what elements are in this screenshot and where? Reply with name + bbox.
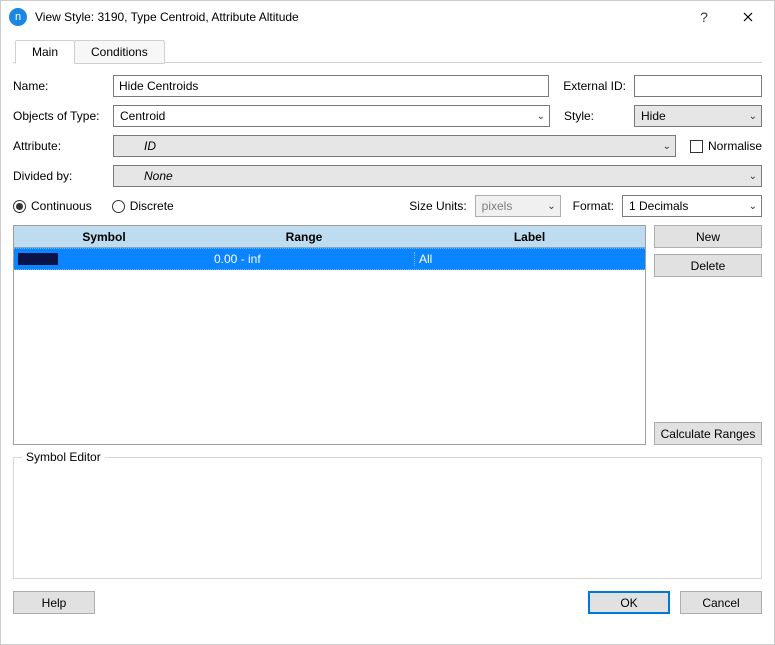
- radio-dot-icon: [112, 200, 125, 213]
- row-label: All: [414, 252, 645, 266]
- chevron-down-icon: ⌄: [663, 141, 671, 152]
- window-title: View Style: 3190, Type Centroid, Attribu…: [35, 10, 682, 24]
- title-help-button[interactable]: ?: [682, 2, 726, 32]
- format-select[interactable]: 1 Decimals ⌄: [622, 195, 762, 217]
- help-button[interactable]: Help: [13, 591, 95, 614]
- divided-by-label: Divided by:: [13, 169, 105, 183]
- normalise-checkbox[interactable]: Normalise: [690, 139, 762, 153]
- calculate-ranges-button[interactable]: Calculate Ranges: [654, 422, 762, 445]
- external-id-field[interactable]: [634, 75, 762, 97]
- objects-of-type-select[interactable]: Centroid ⌄: [113, 105, 550, 127]
- discrete-label: Discrete: [130, 199, 174, 213]
- style-select[interactable]: Hide ⌄: [634, 105, 762, 127]
- discrete-radio[interactable]: Discrete: [112, 199, 174, 213]
- chevron-down-icon: ⌄: [537, 111, 545, 122]
- divided-by-select[interactable]: None ⌄: [113, 165, 762, 187]
- titlebar: n View Style: 3190, Type Centroid, Attri…: [1, 1, 774, 33]
- checkbox-box-icon: [690, 140, 703, 153]
- ok-button[interactable]: OK: [588, 591, 670, 614]
- format-value: 1 Decimals: [629, 199, 745, 213]
- attribute-label: Attribute:: [13, 139, 105, 153]
- size-units-label: Size Units:: [409, 199, 466, 213]
- tab-main[interactable]: Main: [15, 40, 75, 64]
- table-row[interactable]: 0.00 - inf All: [14, 248, 645, 270]
- col-symbol: Symbol: [14, 230, 194, 244]
- name-field[interactable]: [113, 75, 549, 97]
- divided-by-value: None: [120, 169, 745, 183]
- name-label: Name:: [13, 79, 105, 93]
- col-label: Label: [414, 230, 645, 244]
- style-label: Style:: [564, 109, 626, 123]
- col-range: Range: [194, 230, 414, 244]
- symbol-editor-group: Symbol Editor: [13, 457, 762, 579]
- tab-conditions[interactable]: Conditions: [74, 40, 165, 64]
- ranges-table[interactable]: Symbol Range Label 0.00 - inf All: [13, 225, 646, 445]
- chevron-down-icon: ⌄: [547, 201, 555, 212]
- continuous-label: Continuous: [31, 199, 92, 213]
- chevron-down-icon: ⌄: [749, 171, 757, 182]
- normalise-label: Normalise: [708, 139, 762, 153]
- attribute-select[interactable]: ID ⌄: [113, 135, 676, 157]
- objects-of-type-value: Centroid: [120, 109, 533, 123]
- continuous-radio[interactable]: Continuous: [13, 199, 92, 213]
- size-units-value: pixels: [482, 199, 544, 213]
- attribute-value: ID: [120, 139, 659, 153]
- external-id-label: External ID:: [563, 79, 626, 93]
- format-label: Format:: [573, 199, 614, 213]
- size-units-select: pixels ⌄: [475, 195, 561, 217]
- close-button[interactable]: [726, 2, 770, 32]
- cancel-button[interactable]: Cancel: [680, 591, 762, 614]
- new-button[interactable]: New: [654, 225, 762, 248]
- chevron-down-icon: ⌄: [749, 111, 757, 122]
- style-value: Hide: [641, 109, 745, 123]
- app-icon: n: [9, 8, 27, 26]
- symbol-editor-legend: Symbol Editor: [22, 450, 105, 464]
- objects-of-type-label: Objects of Type:: [13, 109, 105, 123]
- tabs-row: Main Conditions: [13, 39, 762, 63]
- delete-button[interactable]: Delete: [654, 254, 762, 277]
- symbol-swatch: [18, 253, 58, 265]
- chevron-down-icon: ⌄: [749, 201, 757, 212]
- radio-dot-icon: [13, 200, 26, 213]
- row-range: 0.00 - inf: [194, 252, 414, 266]
- close-icon: [743, 12, 753, 22]
